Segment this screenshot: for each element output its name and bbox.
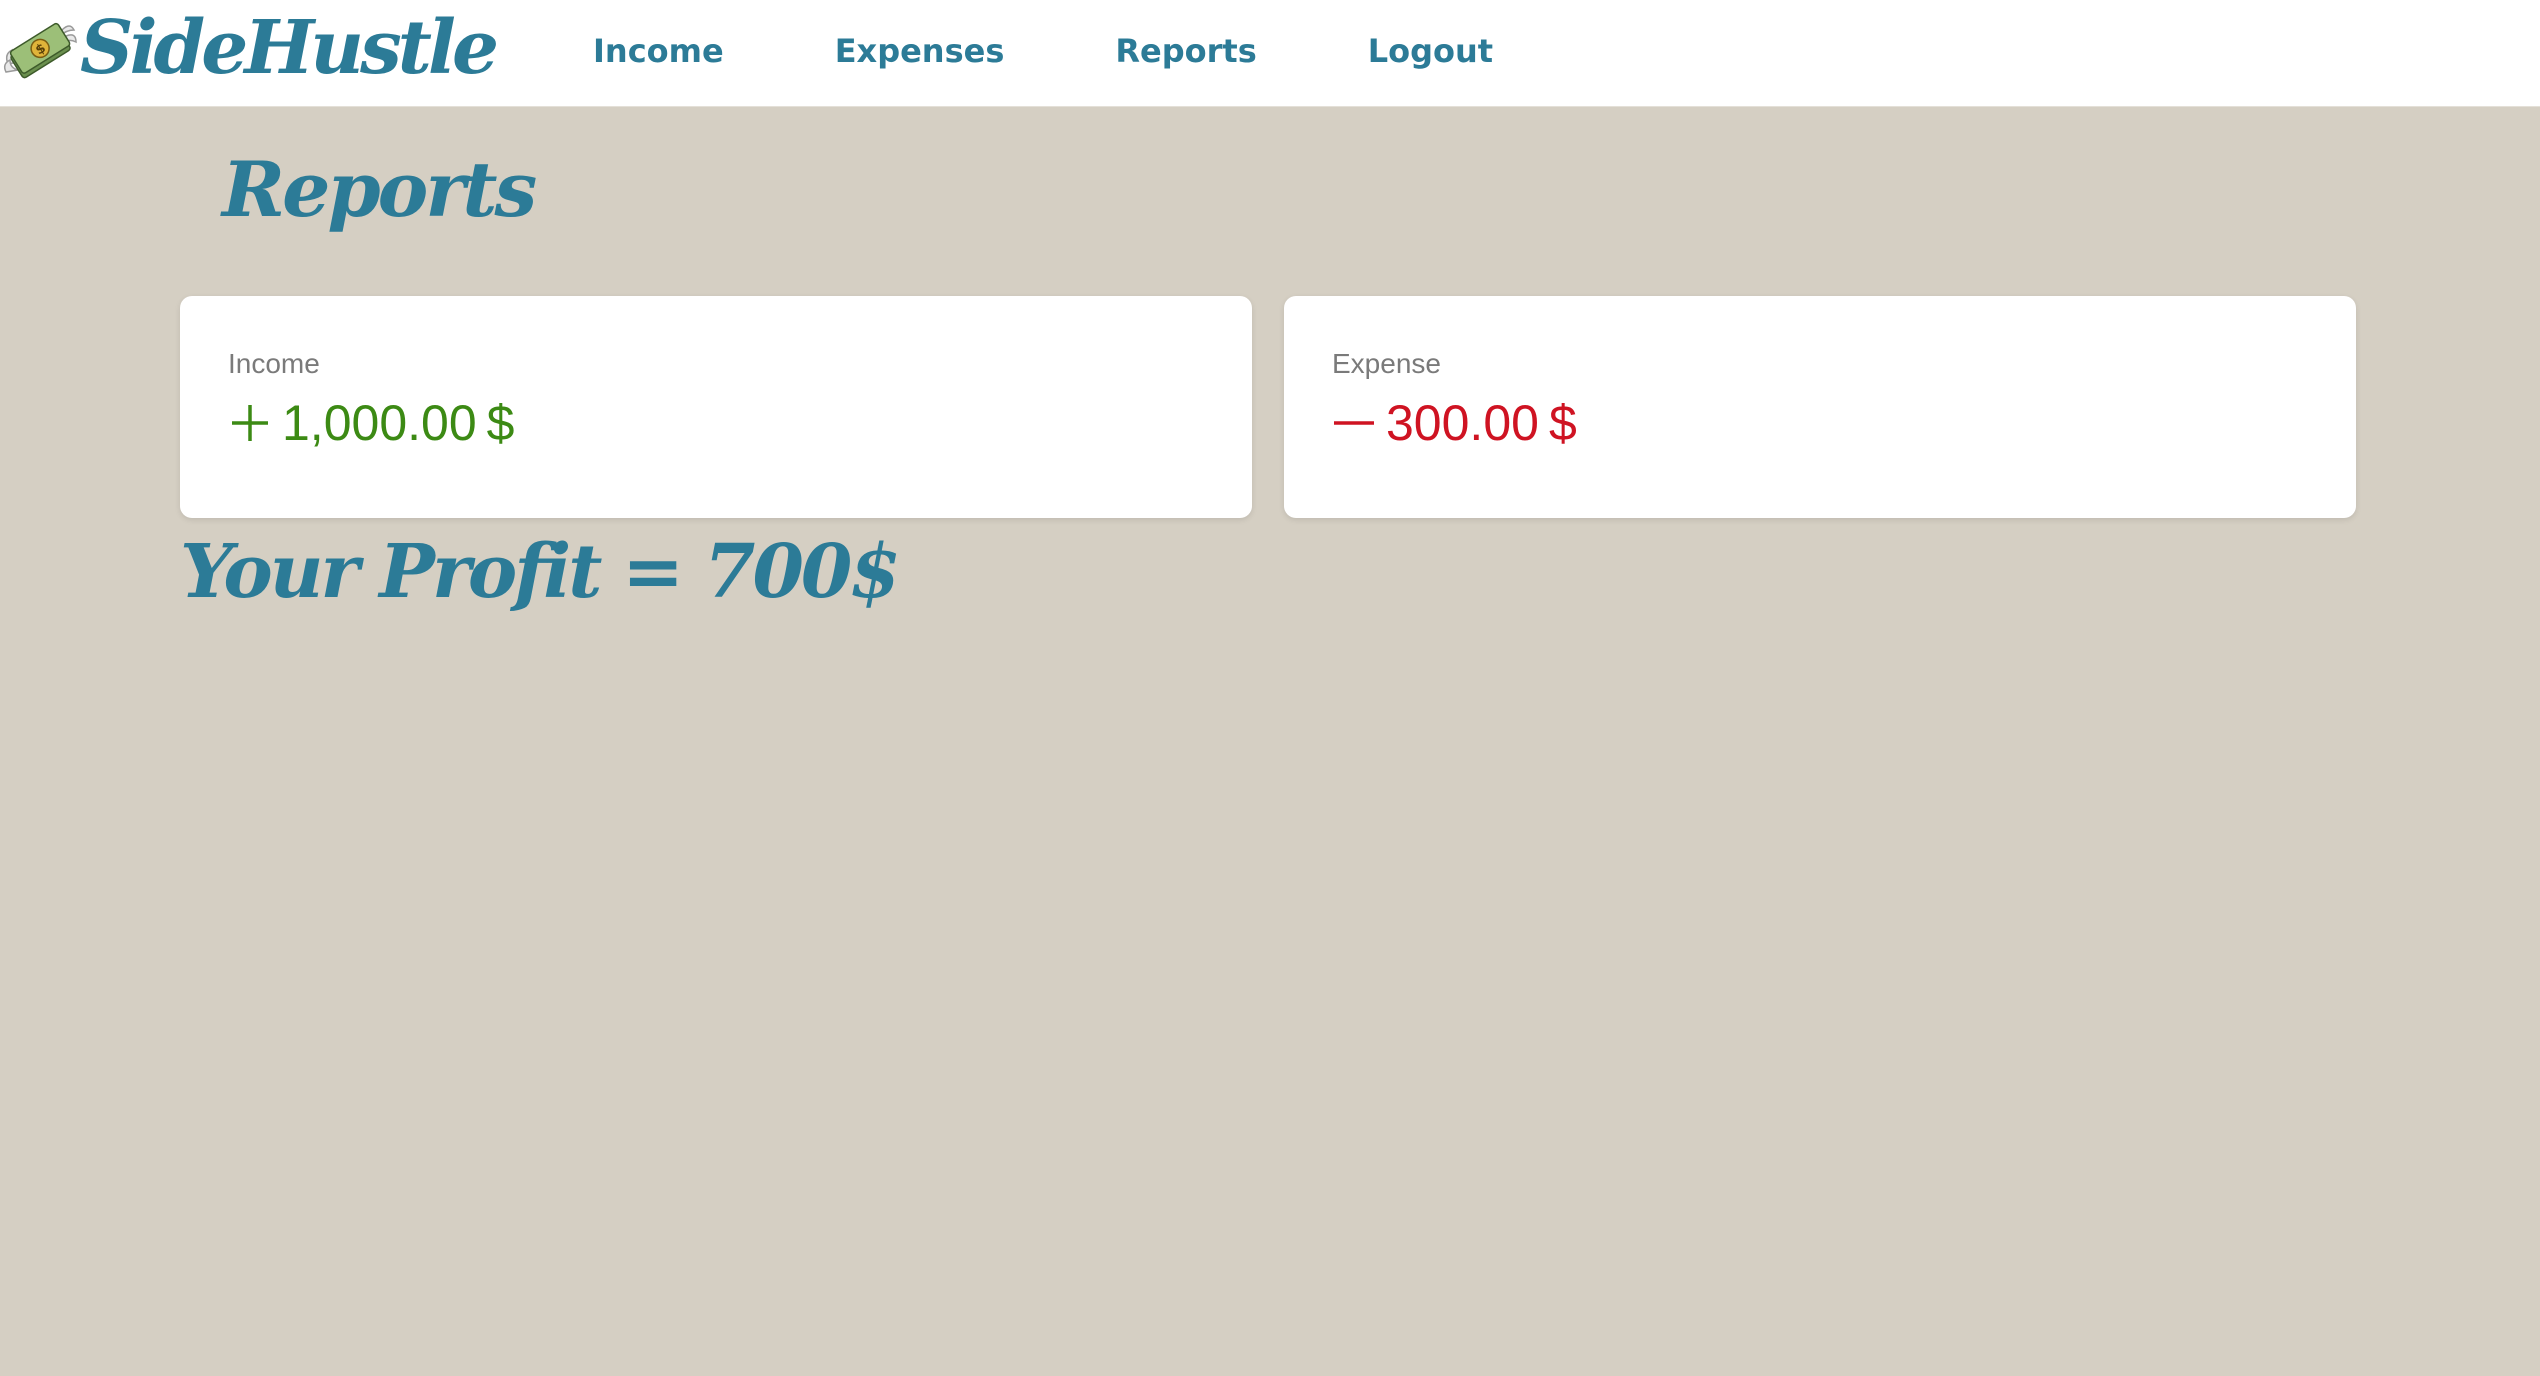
- expense-card-value: 300.00 $: [1332, 398, 1577, 448]
- income-summary-card: Income 1,000.00 $: [180, 296, 1252, 518]
- main-nav: Income Expenses Reports Logout: [593, 0, 1604, 102]
- money-with-wings-icon: $: [3, 22, 77, 79]
- profit-summary: Your Profit = 700$: [180, 529, 901, 615]
- income-card-value: 1,000.00 $: [228, 398, 514, 448]
- minus-icon: [1334, 421, 1374, 425]
- brand-home-link[interactable]: $ SideHustle: [2, 0, 499, 100]
- income-card-label: Income: [228, 348, 320, 379]
- nav-logout-link[interactable]: Logout: [1368, 32, 1493, 70]
- plus-icon: [232, 405, 268, 441]
- income-amount: 1,000.00: [282, 395, 477, 451]
- income-currency: $: [486, 395, 515, 451]
- nav-reports-link[interactable]: Reports: [1115, 32, 1256, 70]
- expense-summary-card: Expense 300.00 $: [1284, 296, 2356, 518]
- brand-name: SideHustle: [80, 5, 499, 91]
- navbar: $ SideHustle Income Expenses Reports Log…: [0, 0, 2540, 107]
- expense-currency: $: [1548, 395, 1577, 451]
- nav-income-link[interactable]: Income: [593, 32, 724, 70]
- expense-amount: 300.00: [1386, 395, 1539, 451]
- page-title: Reports: [222, 145, 537, 234]
- expense-card-label: Expense: [1332, 348, 1441, 379]
- nav-expenses-link[interactable]: Expenses: [835, 32, 1005, 70]
